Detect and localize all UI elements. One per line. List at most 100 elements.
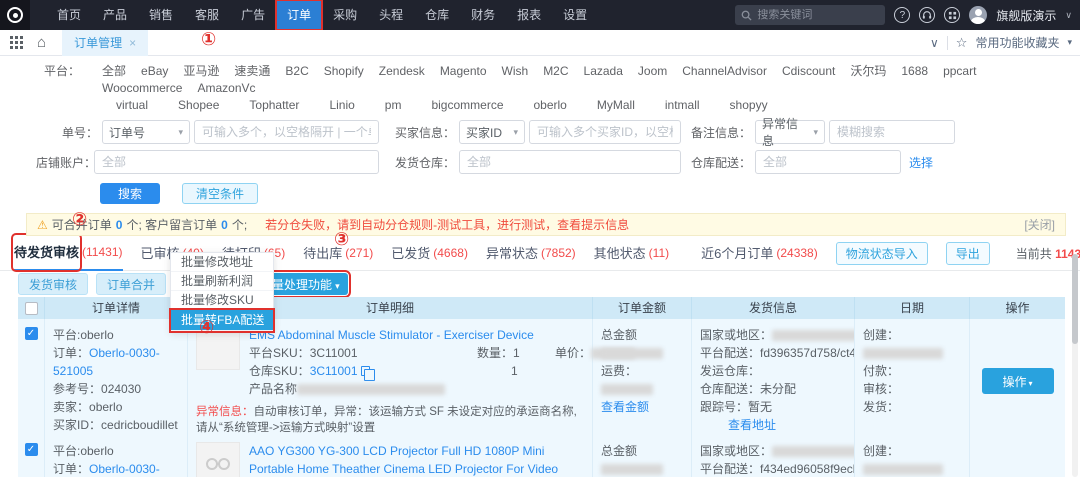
favorites-label[interactable]: 常用功能收藏夹: [975, 34, 1059, 51]
status-tab-pending-audit[interactable]: 待发货审核(11431): [14, 236, 123, 271]
menu-item-batch-edit-address[interactable]: 批量修改地址: [171, 253, 273, 272]
platform-option[interactable]: Magento: [440, 63, 487, 80]
platform-option[interactable]: oberlo: [534, 97, 567, 114]
order-no-input[interactable]: [194, 120, 379, 144]
warehouse-delivery-input[interactable]: [755, 150, 901, 174]
menu-item-batch-to-fba[interactable]: 批量转FBA配送: [171, 310, 273, 331]
favorites-star-icon[interactable]: ☆: [956, 35, 968, 51]
platform-option[interactable]: eBay: [141, 63, 168, 80]
platform-option[interactable]: Woocommerce: [102, 80, 182, 97]
order-merge-button[interactable]: 订单合并: [96, 273, 166, 295]
tab-close-icon[interactable]: ×: [129, 36, 136, 50]
nav-item-products[interactable]: 产品: [92, 0, 138, 30]
platform-option[interactable]: ChannelAdvisor: [682, 63, 767, 80]
user-avatar[interactable]: [969, 6, 987, 24]
platform-option[interactable]: Tophatter: [249, 97, 299, 114]
status-tab-shipped[interactable]: 已发货(4668): [391, 236, 468, 271]
row-checkbox[interactable]: ✓: [25, 327, 38, 340]
nav-item-reports[interactable]: 报表: [506, 0, 552, 30]
platform-option[interactable]: 全部: [102, 63, 126, 80]
export-button[interactable]: 导出: [946, 242, 990, 265]
row-action-button[interactable]: 操作▾: [982, 368, 1054, 394]
nav-item-orders[interactable]: 订单: [276, 0, 322, 30]
choose-link[interactable]: 选择: [909, 154, 933, 171]
platform-option[interactable]: shopyy: [730, 97, 768, 114]
home-icon[interactable]: ⌂: [37, 34, 46, 51]
platform-option[interactable]: virtual: [116, 97, 148, 114]
nav-item-ads[interactable]: 广告: [230, 0, 276, 30]
platform-option[interactable]: pm: [385, 97, 402, 114]
warning-icon: ⚠: [37, 218, 48, 232]
platform-option[interactable]: AmazonVc: [197, 80, 255, 97]
qrcode-icon[interactable]: [944, 7, 960, 23]
select-caret-icon: ▾: [178, 127, 183, 138]
status-tab-abnormal[interactable]: 异常状态(7852): [486, 236, 576, 271]
order-no-type-select[interactable]: 订单号▾: [102, 120, 190, 144]
view-amount-link[interactable]: 查看金额: [601, 398, 683, 416]
remark-type-select[interactable]: 异常信息▾: [755, 120, 825, 144]
vertical-scrollbar[interactable]: [1072, 254, 1078, 477]
nav-item-firstleg[interactable]: 头程: [368, 0, 414, 30]
status-tab-6months[interactable]: 近6个月订单(24338): [701, 236, 818, 271]
platform-option[interactable]: Wish: [502, 63, 529, 80]
row-checkbox[interactable]: ✓: [25, 443, 38, 456]
platform-option[interactable]: intmall: [665, 97, 700, 114]
global-search[interactable]: [735, 5, 885, 25]
nav-item-service[interactable]: 客服: [184, 0, 230, 30]
platform-option[interactable]: B2C: [285, 63, 308, 80]
copy-icon[interactable]: [361, 366, 370, 376]
clear-conditions-button[interactable]: 清空条件: [182, 183, 258, 204]
nav-item-finance[interactable]: 财务: [460, 0, 506, 30]
platform-option[interactable]: Cdiscount: [782, 63, 835, 80]
select-all-checkbox[interactable]: [25, 302, 38, 315]
user-menu-caret-icon[interactable]: ∨: [1065, 10, 1072, 21]
buyer-input[interactable]: [529, 120, 681, 144]
platform-option[interactable]: M2C: [543, 63, 568, 80]
nav-item-home[interactable]: 首页: [46, 0, 92, 30]
platform-option[interactable]: Zendesk: [379, 63, 425, 80]
platform-option[interactable]: 速卖通: [234, 63, 270, 80]
nav-item-settings[interactable]: 设置: [552, 0, 598, 30]
search-button[interactable]: 搜索: [100, 183, 160, 204]
product-title-link[interactable]: AAO YG300 YG-300 LCD Projector Full HD 1…: [249, 442, 589, 477]
ship-audit-button[interactable]: 发货审核: [18, 273, 88, 295]
logistics-import-button[interactable]: 物流状态导入: [836, 242, 928, 265]
notice-close-link[interactable]: [关闭]: [1024, 216, 1055, 233]
menu-item-batch-edit-sku[interactable]: 批量修改SKU: [171, 291, 273, 310]
user-name[interactable]: 旗舰版演示: [996, 7, 1056, 24]
view-address-link[interactable]: 查看地址: [728, 416, 846, 434]
platform-option[interactable]: 1688: [901, 63, 928, 80]
global-search-input[interactable]: [757, 9, 877, 21]
status-tab-other[interactable]: 其他状态(11): [594, 236, 669, 271]
warehouse-sku-link[interactable]: 3C11001: [310, 364, 358, 378]
remark-input[interactable]: [829, 120, 955, 144]
split-warning-text[interactable]: 若分仓失败，请到自动分仓规则-测试工具，进行测试，查看提示信息: [265, 216, 629, 233]
favorites-caret-icon[interactable]: ▾: [1067, 37, 1072, 48]
platform-option[interactable]: Shopify: [324, 63, 364, 80]
product-title-link[interactable]: EMS Abdominal Muscle Stimulator - Exerci…: [249, 326, 589, 344]
apps-grid-icon[interactable]: [10, 36, 23, 49]
scrollbar-thumb[interactable]: [1072, 254, 1078, 344]
nav-item-sales[interactable]: 销售: [138, 0, 184, 30]
date-cell: 创建： 付款： 审核： 发货：: [855, 435, 970, 477]
ship-warehouse-input[interactable]: [459, 150, 681, 174]
platform-option[interactable]: Lazada: [584, 63, 623, 80]
nav-item-purchase[interactable]: 采购: [322, 0, 368, 30]
platform-option[interactable]: Shopee: [178, 97, 219, 114]
platform-option[interactable]: 沃尔玛: [850, 63, 886, 80]
platform-option[interactable]: Linio: [329, 97, 354, 114]
help-icon[interactable]: ?: [894, 7, 910, 23]
shop-account-input[interactable]: [94, 150, 379, 174]
tab-order-management[interactable]: 订单管理 ×: [62, 30, 148, 56]
nav-item-warehouse[interactable]: 仓库: [414, 0, 460, 30]
platform-option[interactable]: ppcart: [943, 63, 976, 80]
collapse-chevron-icon[interactable]: ∨: [930, 36, 939, 50]
platform-option[interactable]: Joom: [638, 63, 667, 80]
headset-icon[interactable]: [919, 7, 935, 23]
platform-option[interactable]: MyMall: [597, 97, 635, 114]
app-logo-icon[interactable]: [0, 0, 30, 30]
buyer-type-select[interactable]: 买家ID▾: [459, 120, 525, 144]
menu-item-batch-refresh-profit[interactable]: 批量刷新利润: [171, 272, 273, 291]
platform-option[interactable]: 亚马逊: [183, 63, 219, 80]
platform-option[interactable]: bigcommerce: [431, 97, 503, 114]
